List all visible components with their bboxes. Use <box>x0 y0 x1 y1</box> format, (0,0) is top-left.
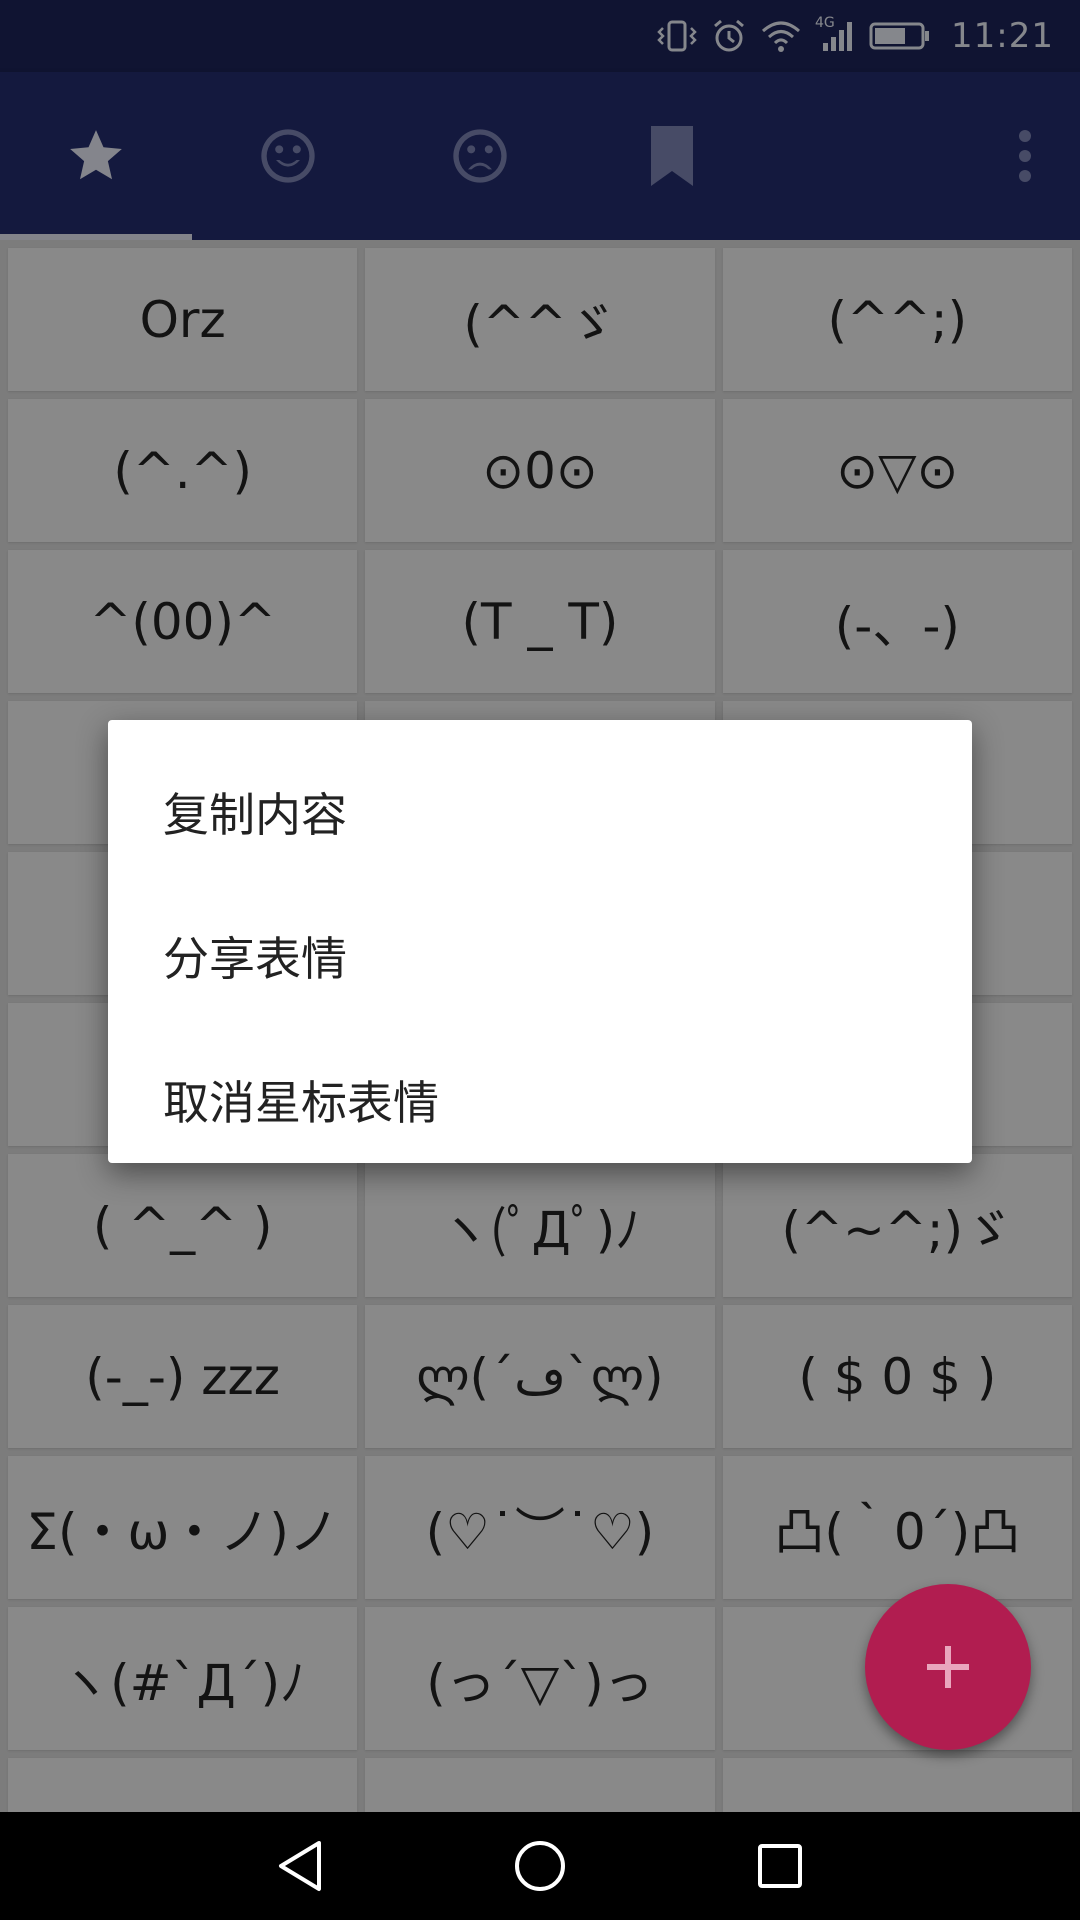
home-button[interactable] <box>420 1812 660 1920</box>
back-icon <box>279 1841 321 1891</box>
navigation-bar <box>0 1812 1080 1920</box>
add-emoticon-fab[interactable] <box>865 1584 1031 1750</box>
copy-content-option[interactable]: 复制内容 <box>108 740 972 884</box>
home-icon <box>515 1841 565 1891</box>
recents-button[interactable] <box>660 1812 900 1920</box>
share-emoticon-option[interactable]: 分享表情 <box>108 884 972 1028</box>
unstar-emoticon-option[interactable]: 取消星标表情 <box>108 1028 972 1172</box>
recents-icon <box>758 1844 802 1888</box>
back-button[interactable] <box>180 1812 420 1920</box>
plus-icon <box>927 1646 969 1688</box>
emoticon-options-dialog: 复制内容 分享表情 取消星标表情 <box>108 720 972 1163</box>
